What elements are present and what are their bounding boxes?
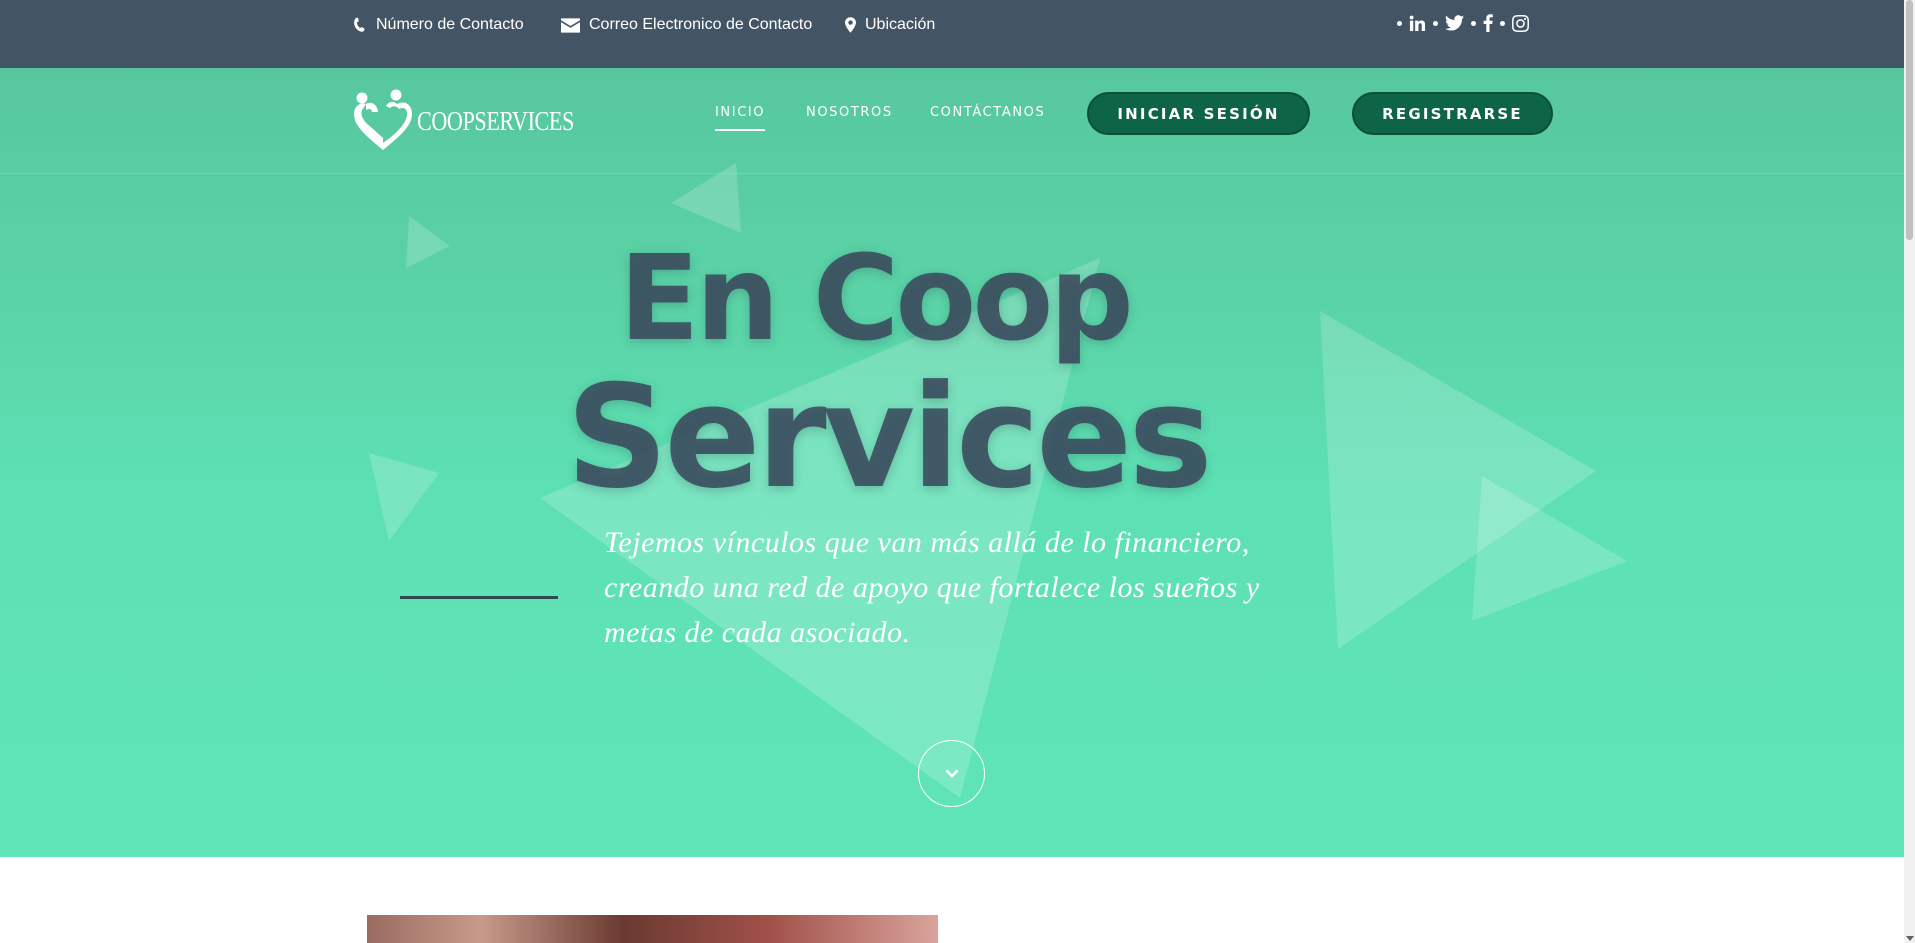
top-contact-bar: Número de Contacto Correo Electronico de… [0,0,1904,68]
decorative-triangle [369,453,439,541]
hero-section: COOPSERVICES INICIO NOSOTROS CONTÁCTANOS… [0,68,1904,857]
separator-dot [1433,20,1438,26]
nav-item-nosotros[interactable]: NOSOTROS [806,105,893,120]
social-links [1397,14,1529,32]
scroll-down-arrow-icon[interactable] [1906,936,1914,941]
decorative-triangle [406,216,450,268]
instagram-icon[interactable] [1512,14,1529,32]
heart-people-logo-icon [354,89,412,150]
hero-subtitle: Tejemos vínculos que van más allá de lo … [604,526,1260,649]
contact-location-label: Ubicación [865,16,936,33]
hero-headline-line1: En Coop [619,229,1134,367]
separator-dot [1397,20,1402,26]
contact-email[interactable]: Correo Electronico de Contacto [561,16,812,34]
header-divider [0,173,1904,174]
hero-headline-line2: Services [566,355,1213,520]
separator-dot [1500,20,1505,26]
nav-item-inicio[interactable]: INICIO [715,105,766,131]
envelope-icon [561,17,580,33]
linkedin-icon[interactable] [1409,15,1426,32]
scroll-down-button[interactable] [918,740,985,807]
brand-name: COOPSERVICES [417,105,574,136]
decorative-triangle [1472,476,1627,621]
section-photo [367,915,938,943]
separator-dot [1471,20,1476,26]
phone-icon [354,17,365,32]
contact-email-label: Correo Electronico de Contacto [589,16,813,33]
register-button[interactable]: REGISTRARSE [1352,92,1553,135]
chevron-down-icon [945,769,958,777]
contact-location[interactable]: Ubicación [845,16,935,34]
contact-phone[interactable]: Número de Contacto [352,16,524,34]
facebook-icon[interactable] [1483,14,1493,32]
twitter-icon[interactable] [1445,15,1464,31]
login-button[interactable]: INICIAR SESIÓN [1087,92,1310,135]
scrollbar-thumb[interactable] [1906,0,1913,240]
nav-item-contactanos[interactable]: CONTÁCTANOS [930,105,1045,120]
page-scrollbar[interactable] [1904,0,1915,943]
map-pin-icon [845,17,856,33]
contact-phone-label: Número de Contacto [376,16,524,33]
brand-logo[interactable]: COOPSERVICES [352,88,608,154]
accent-divider [400,596,558,599]
